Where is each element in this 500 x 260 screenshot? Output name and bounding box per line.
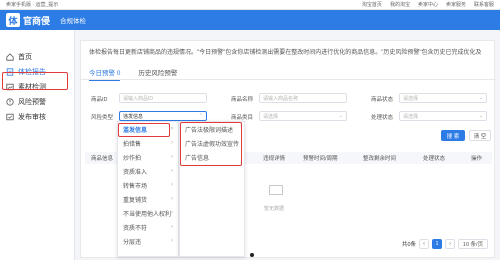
- top-link-seller-center[interactable]: 卖家中心: [418, 1, 438, 8]
- reset-button[interactable]: 清 空: [469, 130, 491, 141]
- dropdown-item[interactable]: 不当使用他人权利 ›: [118, 206, 178, 220]
- sidebar-item-publish-review[interactable]: 发布审核: [0, 110, 74, 124]
- logo-text: 官商侵: [23, 15, 51, 26]
- product-name-label: 商品名称: [231, 97, 254, 103]
- next-page-button[interactable]: ›: [445, 239, 455, 249]
- dropdown-item-label: 不当使用他人权利: [123, 211, 172, 218]
- chevron-right-icon: ›: [171, 154, 173, 160]
- home-icon: [6, 53, 14, 61]
- dropdown-item[interactable]: 重复铺货 ›: [118, 192, 178, 206]
- handle-status-placeholder: 请选择: [403, 113, 419, 120]
- dropdown-item-label: 资质准入: [123, 169, 148, 176]
- header-subtitle: 合规体检: [60, 18, 87, 25]
- prev-page-button[interactable]: ‹: [419, 239, 429, 249]
- sidebar-highlight-box: [2, 72, 68, 90]
- th-remaining-time: 整改剩余时间: [363, 156, 397, 162]
- th-product-info: 商品信息: [91, 156, 114, 162]
- chevron-down-icon: ⌄: [478, 113, 483, 119]
- pagination-total: 共0条: [401, 242, 416, 248]
- chevron-right-icon: ›: [171, 224, 173, 230]
- top-link-my-taobao[interactable]: 我的淘宝: [390, 1, 410, 8]
- notice-text: 体检报告每日更新店铺商品的违规情况。"今日预警"包含你店铺检测出需要在整改时间内…: [89, 50, 482, 56]
- top-link-taobao[interactable]: 淘宝首页: [362, 1, 382, 8]
- dropdown-item[interactable]: 资质不符 ›: [118, 220, 178, 234]
- risk-type-value: 违发信息: [123, 113, 144, 120]
- product-id-label: 商品ID: [91, 97, 108, 103]
- page-size-select[interactable]: 10 条/页: [458, 239, 488, 249]
- product-status-select[interactable]: 请选择 ⌄: [399, 93, 487, 103]
- chevron-right-icon: ›: [171, 238, 173, 244]
- risk-type-dropdown-level1: 滥发信息 › 拍错售 › 炒作拍 › 资质准入 › 转售市场 › 重复铺货 › 不当使用他人…: [117, 121, 179, 257]
- th-warning-time: 预警时间/周期: [303, 156, 338, 162]
- dropdown-item[interactable]: 拍错售 ›: [118, 136, 178, 150]
- chevron-right-icon: ›: [171, 196, 173, 202]
- top-link-contact[interactable]: 联系客服: [474, 1, 494, 8]
- chevron-right-icon: ›: [171, 140, 173, 146]
- sidebar-item-home[interactable]: 首页: [0, 50, 74, 64]
- dropdown-item[interactable]: 炒作拍 ›: [118, 150, 178, 164]
- tab-divider: [81, 79, 496, 80]
- chevron-down-icon: ⌄: [338, 113, 343, 119]
- dropdown-level2-highlight-box: [180, 122, 242, 166]
- dropdown-item[interactable]: 转售市场 ›: [118, 178, 178, 192]
- risk-type-label: 风险类型: [91, 115, 114, 121]
- risk-type-select[interactable]: 违发信息 ⌃: [119, 111, 207, 121]
- dropdown-item[interactable]: 分层违 ›: [118, 234, 178, 248]
- pagination: 共0条 ‹ 1 › 10 条/页: [402, 239, 488, 249]
- dropdown-level1-highlight-box: [118, 123, 170, 137]
- product-category-select[interactable]: 请选择 ⌄: [259, 111, 347, 121]
- chevron-right-icon: ›: [171, 168, 173, 174]
- dropdown-item[interactable]: 资质准入 ›: [118, 164, 178, 178]
- empty-text: 暂无数据: [264, 206, 285, 212]
- search-button[interactable]: 搜 索: [441, 130, 465, 141]
- sidebar-item-risk-warning[interactable]: 风险预警: [0, 95, 74, 109]
- handle-status-label: 处理状态: [371, 115, 394, 121]
- handle-status-select[interactable]: 请选择 ⌄: [399, 111, 487, 121]
- product-id-input[interactable]: 请输入商品ID: [119, 93, 207, 103]
- th-actions: 操作: [471, 156, 483, 162]
- sidebar-item-label: 首页: [18, 54, 32, 61]
- th-handle-status: 处理状态: [423, 156, 446, 162]
- top-strip-text: 卖家手机版 · 运营_提示: [6, 2, 59, 8]
- dropdown-item-label: 拍错售: [123, 141, 142, 148]
- top-strip: 卖家手机版 · 运营_提示 淘宝首页 我的淘宝 卖家中心 卖家服务 联系客服: [0, 0, 500, 10]
- chevron-down-icon: ⌄: [478, 95, 483, 101]
- dropdown-item-label: 重复铺货: [123, 197, 148, 204]
- sidebar: 首页 体检报告 素材检测 风险预警 发布审核: [0, 30, 75, 260]
- chevron-right-icon: ›: [171, 182, 173, 188]
- sidebar-item-label: 发布审核: [18, 114, 46, 121]
- dropdown-item-label: 转售市场: [123, 183, 148, 190]
- cursor-dot: [250, 253, 254, 257]
- sidebar-item-label: 风险预警: [18, 99, 46, 106]
- warning-icon: [6, 98, 14, 106]
- product-status-label: 商品状态: [371, 97, 394, 103]
- chevron-right-icon: ›: [171, 126, 173, 132]
- app-header: 体 官商侵 合规体检: [0, 10, 500, 30]
- th-violation-detail: 违规详情: [263, 156, 286, 162]
- publish-icon: [6, 113, 14, 121]
- product-category-placeholder: 请选择: [263, 113, 279, 120]
- top-link-seller-service[interactable]: 卖家服务: [446, 1, 466, 8]
- chevron-up-icon: ⌃: [198, 113, 203, 119]
- dropdown-item-label: 分层违: [123, 239, 142, 246]
- product-status-placeholder: 请选择: [403, 95, 419, 102]
- dropdown-item-label: 资质不符: [123, 225, 148, 232]
- product-category-label: 商品类目: [231, 115, 254, 121]
- product-name-input[interactable]: 请输入商品名称: [259, 93, 347, 103]
- page-number[interactable]: 1: [432, 239, 442, 249]
- chevron-right-icon: ›: [171, 210, 173, 216]
- dropdown-item-label: 炒作拍: [123, 155, 142, 162]
- logo-icon: 体: [6, 13, 20, 27]
- empty-box-icon: [269, 185, 283, 195]
